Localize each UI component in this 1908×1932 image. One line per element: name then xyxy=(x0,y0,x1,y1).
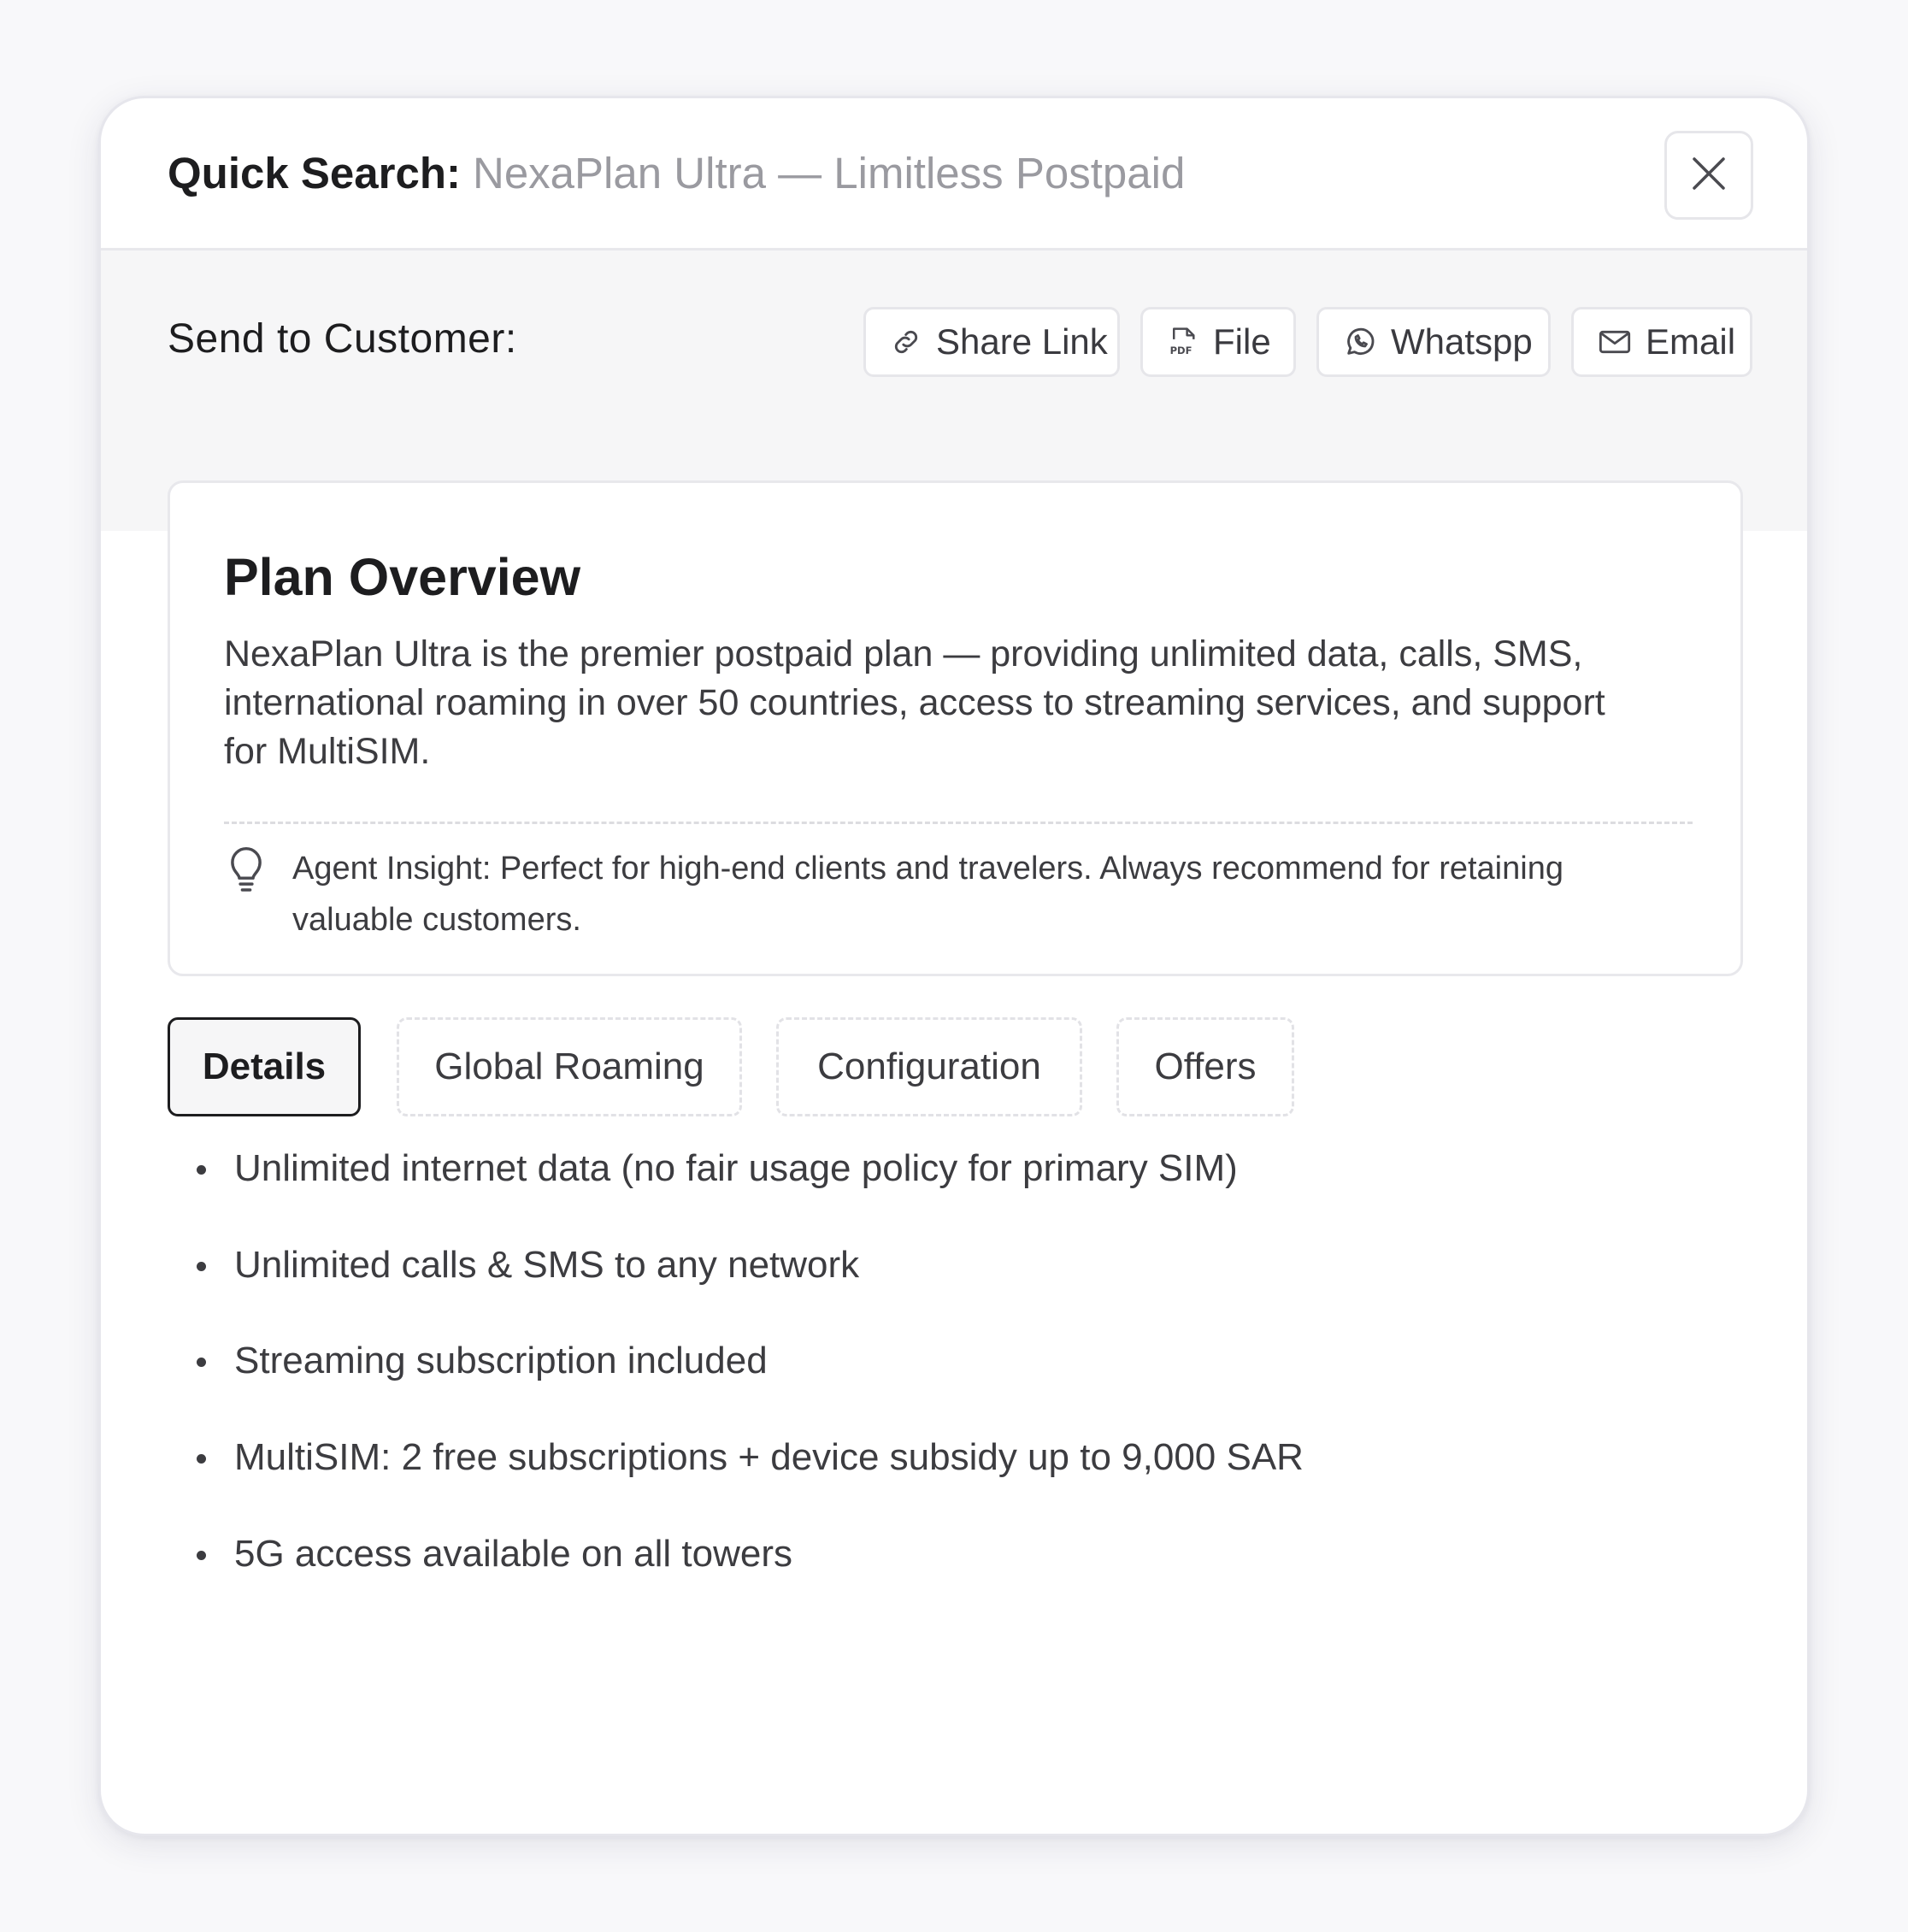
modal-header: Quick Search: NexaPlan Ultra — Limitless… xyxy=(101,98,1807,250)
list-item: MultiSIM: 2 free subscriptions + device … xyxy=(193,1433,1304,1529)
bullet xyxy=(197,1165,206,1175)
modal-title: Quick Search: xyxy=(168,149,461,197)
feature-text: Unlimited internet data (no fair usage p… xyxy=(234,1147,1238,1189)
email-button[interactable]: Email xyxy=(1571,307,1752,377)
close-icon xyxy=(1690,155,1728,197)
tab-details[interactable]: Details xyxy=(168,1017,361,1116)
list-item: Unlimited internet data (no fair usage p… xyxy=(193,1144,1304,1240)
feature-text: Streaming subscription included xyxy=(234,1340,768,1381)
plan-overview-description: NexaPlan Ultra is the premier postpaid p… xyxy=(224,633,1605,772)
list-item: 5G access available on all towers xyxy=(193,1529,1304,1626)
list-item: Streaming subscription included xyxy=(193,1336,1304,1433)
agent-insight-text: Agent Insight: Perfect for high-end clie… xyxy=(292,851,1564,938)
whatsapp-label: Whatspp xyxy=(1391,321,1533,362)
share-link-label: Share Link xyxy=(936,321,1108,362)
list-item: Unlimited calls & SMS to any network xyxy=(193,1240,1304,1336)
dashed-divider xyxy=(224,822,1693,824)
tab-offers[interactable]: Offers xyxy=(1116,1017,1294,1116)
file-button[interactable]: PDF File xyxy=(1140,307,1296,377)
bullet xyxy=(197,1262,206,1271)
pdf-file-icon: PDF xyxy=(1167,325,1199,359)
svg-text:PDF: PDF xyxy=(1170,345,1192,356)
close-button[interactable] xyxy=(1664,131,1753,220)
send-to-customer-label: Send to Customer: xyxy=(168,316,517,362)
tab-configuration-label: Configuration xyxy=(817,1046,1041,1087)
plan-overview-card: Plan Overview NexaPlan Ultra is the prem… xyxy=(168,480,1743,976)
plan-features-list: Unlimited internet data (no fair usage p… xyxy=(193,1144,1304,1626)
tab-configuration[interactable]: Configuration xyxy=(776,1017,1082,1116)
feature-text: MultiSIM: 2 free subscriptions + device … xyxy=(234,1436,1304,1478)
email-label: Email xyxy=(1646,321,1736,362)
tab-global-roaming-label: Global Roaming xyxy=(434,1046,704,1087)
tab-offers-label: Offers xyxy=(1154,1046,1257,1087)
tab-details-label: Details xyxy=(202,1046,327,1087)
whatsapp-icon xyxy=(1343,325,1377,359)
quick-search-modal: Quick Search: NexaPlan Ultra — Limitless… xyxy=(98,96,1810,1836)
bullet xyxy=(197,1454,206,1464)
plan-name: NexaPlan Ultra — Limitless Postpaid xyxy=(472,149,1186,197)
mail-icon xyxy=(1598,327,1632,356)
link-icon xyxy=(890,326,922,358)
bullet xyxy=(197,1551,206,1560)
lightbulb-icon xyxy=(227,846,266,898)
tab-global-roaming[interactable]: Global Roaming xyxy=(397,1017,742,1116)
file-label: File xyxy=(1213,321,1271,362)
feature-text: 5G access available on all towers xyxy=(234,1533,792,1575)
whatsapp-button[interactable]: Whatspp xyxy=(1316,307,1551,377)
share-link-button[interactable]: Share Link xyxy=(863,307,1120,377)
plan-overview-title: Plan Overview xyxy=(224,548,581,606)
bullet xyxy=(197,1358,206,1367)
feature-text: Unlimited calls & SMS to any network xyxy=(234,1244,860,1286)
